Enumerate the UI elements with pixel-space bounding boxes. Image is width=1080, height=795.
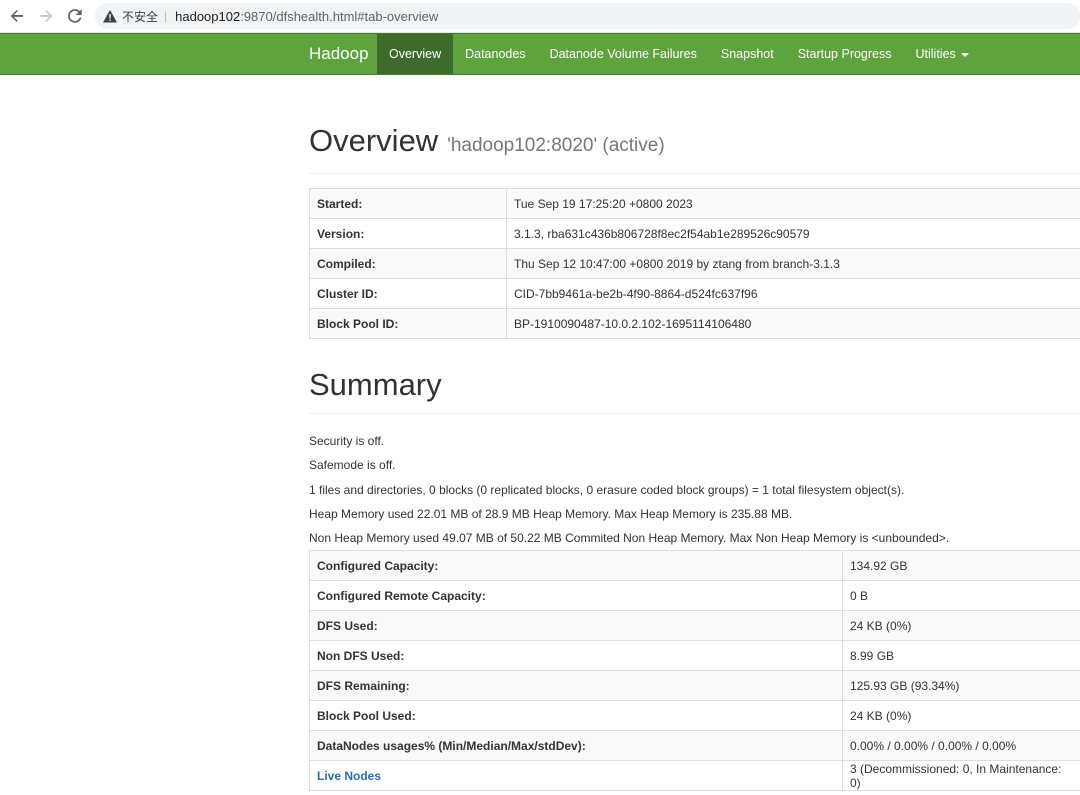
table-row: Non DFS Used: 8.99 GB — [309, 640, 1080, 671]
utilities-dropdown[interactable]: Utilities — [904, 34, 981, 74]
page-title: Overview — [309, 123, 439, 158]
row-value: 8.99 GB — [842, 640, 1080, 671]
address-bar[interactable]: 不安全 | hadoop102:9870/dfshealth.html#tab-… — [95, 3, 1080, 29]
row-key: Started: — [309, 188, 507, 219]
utilities-label: Utilities — [915, 47, 956, 61]
table-row: Live Nodes 3 (Decommissioned: 0, In Maint… — [309, 760, 1080, 792]
table-row: Cluster ID: CID-7bb9461a-be2b-4f90-8864-d… — [309, 278, 1080, 309]
namenode-address: 'hadoop102:8020' (active) — [447, 135, 665, 156]
summary-title: Summary — [309, 367, 442, 402]
row-key: Configured Remote Capacity: — [309, 580, 843, 611]
summary-table: Configured Capacity: 134.92 GB Configured… — [309, 550, 1080, 792]
browser-toolbar: 不安全 | hadoop102:9870/dfshealth.html#tab-… — [0, 0, 1080, 33]
forward-button[interactable] — [34, 4, 58, 28]
caret-down-icon — [960, 52, 969, 57]
overview-table: Started: Tue Sep 19 17:25:20 +0800 2023 V… — [309, 188, 1080, 339]
row-value: Tue Sep 19 17:25:20 +0800 2023 — [506, 188, 1080, 219]
tab-overview[interactable]: Overview — [377, 34, 454, 74]
row-value: 3 (Decommissioned: 0, In Maintenance: 0) — [842, 760, 1080, 792]
row-key: Non DFS Used: — [309, 640, 843, 671]
url-host: hadoop102 — [175, 8, 241, 24]
table-row: Configured Capacity: 134.92 GB — [309, 550, 1080, 581]
row-key: Configured Capacity: — [309, 550, 843, 581]
table-row: Block Pool Used: 24 KB (0%) — [309, 700, 1080, 731]
tab-startup-progress[interactable]: Startup Progress — [786, 34, 904, 74]
security-indicator[interactable]: 不安全 | — [103, 8, 175, 25]
summary-status: Security is off. Safemode is off. 1 file… — [309, 429, 1080, 550]
arrow-right-icon — [40, 10, 53, 22]
tab-datanodes[interactable]: Datanodes — [453, 34, 537, 74]
table-row: DFS Used: 24 KB (0%) — [309, 610, 1080, 641]
overview-header: Overview 'hadoop102:8020' (active) — [309, 123, 1080, 174]
nav-menu: Overview Datanodes Datanode Volume Failu… — [377, 34, 981, 74]
table-row: Configured Remote Capacity: 0 B — [309, 580, 1080, 611]
tab-snapshot[interactable]: Snapshot — [709, 34, 786, 74]
back-button[interactable] — [5, 4, 29, 28]
top-navbar: Hadoop Overview Datanodes Datanode Volum… — [0, 33, 1080, 75]
row-value: Thu Sep 12 10:47:00 +0800 2019 by ztang … — [506, 248, 1080, 279]
row-value: BP-1910090487-10.0.2.102-1695114106480 — [506, 308, 1080, 339]
tab-datanode-volume-failures[interactable]: Datanode Volume Failures — [538, 34, 709, 74]
safemode-status: Safemode is off. — [309, 458, 396, 473]
row-value: 24 KB (0%) — [842, 610, 1080, 641]
row-value: 24 KB (0%) — [842, 700, 1080, 731]
row-key: Block Pool Used: — [309, 700, 843, 731]
table-row: DFS Remaining: 125.93 GB (93.34%) — [309, 670, 1080, 701]
table-row: Block Pool ID: BP-1910090487-10.0.2.102-1… — [309, 308, 1080, 339]
row-key: Cluster ID: — [309, 278, 507, 309]
row-key: Version: — [309, 218, 507, 249]
warning-icon — [103, 9, 117, 22]
security-label: 不安全 — [122, 9, 159, 24]
reload-button[interactable] — [63, 4, 87, 28]
row-key: DataNodes usages% (Min/Median/Max/stdDev… — [309, 730, 843, 761]
security-status: Security is off. — [309, 434, 385, 448]
row-key: DFS Remaining: — [309, 670, 843, 701]
live-nodes-link[interactable]: Live Nodes — [317, 769, 381, 783]
brand-logo[interactable]: Hadoop — [309, 34, 369, 74]
table-row: Compiled: Thu Sep 12 10:47:00 +0800 2019 … — [309, 248, 1080, 279]
table-row: DataNodes usages% (Min/Median/Max/stdDev… — [309, 730, 1080, 761]
table-row: Started: Tue Sep 19 17:25:20 +0800 2023 — [309, 188, 1080, 219]
url-path: :9870/dfshealth.html#tab-overview — [240, 8, 439, 24]
reload-icon — [68, 9, 82, 23]
main-content: Overview 'hadoop102:8020' (active) Start… — [309, 75, 1080, 792]
row-value: 134.92 GB — [842, 550, 1080, 581]
separator: | — [164, 9, 168, 23]
row-key: Block Pool ID: — [309, 308, 507, 339]
filesystem-objects: 1 files and directories, 0 blocks (0 rep… — [309, 482, 905, 497]
row-value: 125.93 GB (93.34%) — [842, 670, 1080, 701]
row-value: CID-7bb9461a-be2b-4f90-8864-d524fc637f96 — [506, 278, 1080, 309]
row-value: 0 B — [842, 580, 1080, 611]
heap-memory: Heap Memory used 22.01 MB of 28.9 MB Hea… — [309, 506, 793, 521]
live-nodes-cell: Live Nodes — [309, 760, 843, 792]
row-value: 0.00% / 0.00% / 0.00% / 0.00% — [842, 730, 1080, 761]
row-key: Compiled: — [309, 248, 507, 279]
row-value: 3.1.3, rba631c436b806728f8ec2f54ab1e2895… — [506, 218, 1080, 249]
arrow-left-icon — [10, 10, 23, 22]
row-key: DFS Used: — [309, 610, 843, 641]
table-row: Version: 3.1.3, rba631c436b806728f8ec2f54… — [309, 218, 1080, 249]
non-heap-memory: Non Heap Memory used 49.07 MB of 50.22 M… — [309, 531, 950, 546]
summary-header: Summary — [309, 367, 1080, 414]
